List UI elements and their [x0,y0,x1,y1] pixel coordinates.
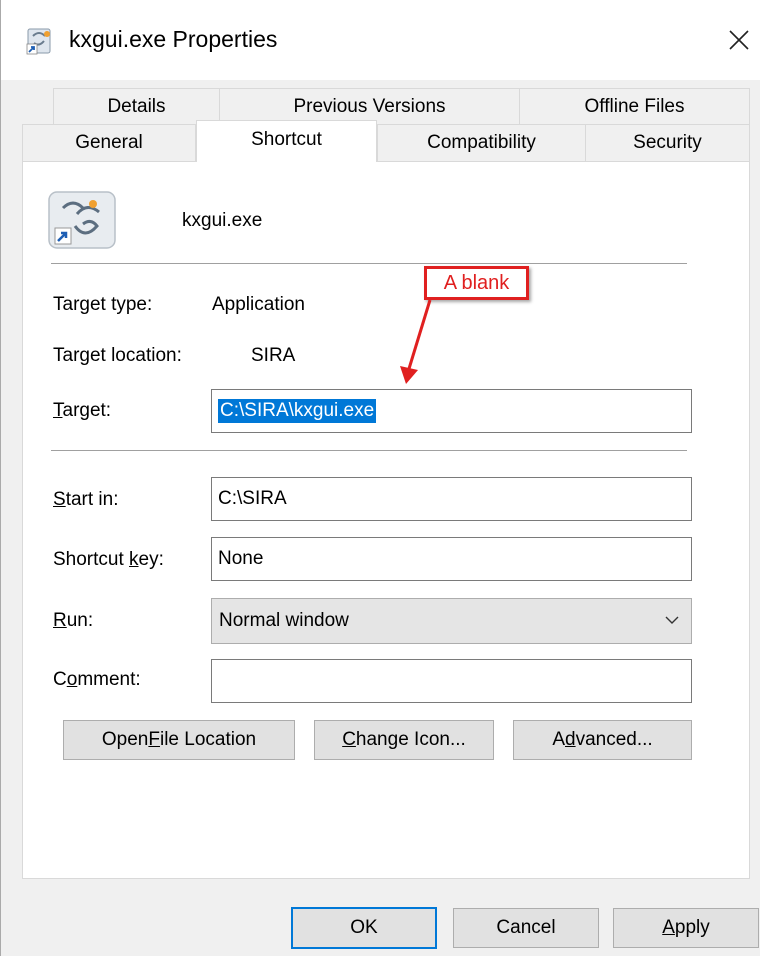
chevron-down-icon [665,616,679,624]
kxgui-app-shortcut-icon [48,191,116,249]
close-icon [729,30,749,50]
close-button[interactable] [717,18,760,62]
run-label: Run: [53,610,94,631]
target-input-value: C:\SIRA\kxgui.exe [218,399,377,423]
target-type-value: Application [212,294,305,315]
start-in-input[interactable]: C:\SIRA [211,477,692,521]
annotation-label: A blank [424,266,529,300]
title-bar: kxgui.exe Properties [1,0,760,80]
target-location-label: Target location: [53,345,182,366]
divider [51,263,687,265]
change-icon-button[interactable]: Change Icon... [314,720,494,760]
shortcut-key-input[interactable]: None [211,537,692,581]
annotation-arrow-icon [400,299,432,384]
tab-offline-files[interactable]: Offline Files [519,88,750,126]
ok-button[interactable]: OK [291,907,437,949]
tab-shortcut[interactable]: Shortcut [196,120,377,162]
comment-label: Comment: [53,669,141,690]
shortcut-document-icon [26,28,51,55]
properties-dialog: kxgui.exe Properties Details Previous Ve… [0,0,760,956]
target-label: Target: [53,400,112,421]
cancel-button[interactable]: Cancel [453,908,599,948]
start-in-input-value: C:\SIRA [218,488,287,509]
open-file-location-button[interactable]: Open File Location [63,720,295,760]
shortcut-filename: kxgui.exe [182,210,263,231]
target-type-label: Target type: [53,294,153,315]
apply-button[interactable]: Apply [613,908,759,948]
tab-compatibility[interactable]: Compatibility [377,124,586,162]
divider [51,450,687,452]
run-select-value: Normal window [219,610,349,631]
shortcut-key-label: Shortcut key: [53,549,164,570]
tab-general[interactable]: General [22,124,196,162]
shortcut-key-value: None [218,548,264,569]
start-in-label: Start in: [53,489,119,510]
run-select[interactable]: Normal window [211,598,692,644]
target-input[interactable]: C:\SIRA\kxgui.exe [211,389,692,433]
tab-security[interactable]: Security [585,124,750,162]
target-location-value: SIRA [251,345,296,366]
comment-input[interactable] [211,659,692,703]
tab-details[interactable]: Details [53,88,220,126]
window-title: kxgui.exe Properties [69,26,278,52]
advanced-button[interactable]: Ad vanced... [513,720,692,760]
